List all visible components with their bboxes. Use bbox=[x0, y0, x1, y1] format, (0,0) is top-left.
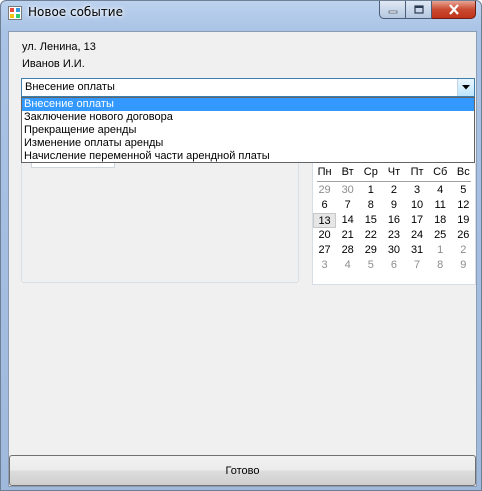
calendar-day[interactable]: 27 bbox=[313, 243, 336, 258]
calendar-day[interactable]: 1 bbox=[429, 243, 452, 258]
calendar-day[interactable]: 5 bbox=[452, 183, 475, 198]
calendar-day[interactable]: 16 bbox=[382, 213, 405, 228]
weekday-label: Пт bbox=[410, 166, 424, 178]
window-title: Новое событие bbox=[28, 5, 123, 19]
calendar-day[interactable]: 8 bbox=[429, 258, 452, 273]
calendar-day[interactable]: 7 bbox=[406, 258, 429, 273]
calendar-day[interactable]: 28 bbox=[336, 243, 359, 258]
dropdown-option[interactable]: Внесение оплаты bbox=[22, 98, 474, 111]
calendar-day-today[interactable]: 13 bbox=[313, 213, 337, 228]
calendar-day[interactable]: 8 bbox=[359, 198, 382, 213]
weekday-label: Вт bbox=[341, 166, 354, 178]
calendar-week-row: 6 7 8 9 10 11 12 bbox=[313, 198, 475, 213]
caption-buttons bbox=[379, 1, 476, 20]
weekday-label: Ср bbox=[363, 166, 378, 178]
calendar-day[interactable]: 31 bbox=[406, 243, 429, 258]
minimize-icon bbox=[388, 10, 397, 13]
calendar-day[interactable]: 21 bbox=[336, 228, 359, 243]
calendar-day[interactable]: 15 bbox=[359, 213, 382, 228]
window-frame: Новое событие ул. Ленина, 13 Иванов И.И.… bbox=[0, 0, 482, 491]
calendar-week-row: 29 30 1 2 3 4 5 bbox=[313, 183, 475, 198]
calendar-day[interactable]: 25 bbox=[429, 228, 452, 243]
dropdown-option[interactable]: Прекращение аренды bbox=[22, 124, 474, 137]
dropdown-option[interactable]: Заключение нового договора bbox=[22, 111, 474, 124]
calendar-day[interactable]: 2 bbox=[452, 243, 475, 258]
partially-hidden-field[interactable] bbox=[31, 163, 115, 168]
calendar-day[interactable]: 29 bbox=[359, 243, 382, 258]
address-label: ул. Ленина, 13 bbox=[22, 41, 96, 53]
close-icon bbox=[448, 4, 459, 15]
weekday-label: Пн bbox=[317, 166, 332, 178]
calendar-day[interactable]: 10 bbox=[406, 198, 429, 213]
calendar-day[interactable]: 5 bbox=[359, 258, 382, 273]
event-type-selected: Внесение оплаты bbox=[25, 81, 115, 93]
maximize-button[interactable] bbox=[406, 1, 432, 19]
calendar-day[interactable]: 4 bbox=[429, 183, 452, 198]
calendar-week-row: 13 14 15 16 17 18 19 bbox=[313, 213, 475, 228]
maximize-icon bbox=[413, 4, 424, 14]
event-type-combobox[interactable]: Внесение оплаты bbox=[21, 78, 475, 97]
app-window-icon bbox=[8, 6, 22, 20]
calendar-day[interactable]: 9 bbox=[452, 258, 475, 273]
calendar-day[interactable]: 23 bbox=[382, 228, 405, 243]
calendar-day[interactable]: 19 bbox=[452, 213, 475, 228]
calendar-day[interactable]: 30 bbox=[336, 183, 359, 198]
calendar-day[interactable]: 14 bbox=[336, 213, 359, 228]
calendar-day[interactable]: 18 bbox=[429, 213, 452, 228]
calendar-day[interactable]: 2 bbox=[382, 183, 405, 198]
calendar-day[interactable]: 24 bbox=[406, 228, 429, 243]
dropdown-arrow-button[interactable] bbox=[457, 79, 474, 96]
calendar-day[interactable]: 6 bbox=[382, 258, 405, 273]
minimize-button[interactable] bbox=[379, 1, 406, 19]
calendar-day[interactable]: 30 bbox=[382, 243, 405, 258]
chevron-down-icon bbox=[462, 85, 470, 90]
weekday-label: Чт bbox=[387, 166, 401, 178]
calendar-day[interactable]: 11 bbox=[429, 198, 452, 213]
calendar-day[interactable]: 4 bbox=[336, 258, 359, 273]
calendar-day[interactable]: 3 bbox=[406, 183, 429, 198]
client-area: ул. Ленина, 13 Иванов И.И. Внесение опла… bbox=[8, 31, 477, 487]
calendar-day[interactable]: 1 bbox=[359, 183, 382, 198]
weekday-label: Вс bbox=[456, 166, 470, 178]
calendar-day-grid: 29 30 1 2 3 4 5 6 7 8 9 10 11 12 13 14 15 16 17 18 19 20 21 22 2… bbox=[313, 183, 475, 273]
dropdown-option[interactable]: Начисление переменной части арендной пла… bbox=[22, 150, 474, 163]
calendar-day[interactable]: 29 bbox=[313, 183, 336, 198]
dropdown-option[interactable]: Изменение оплаты аренды bbox=[22, 137, 474, 150]
calendar-day[interactable]: 20 bbox=[313, 228, 336, 243]
weekday-label: Сб bbox=[433, 166, 448, 178]
close-button[interactable] bbox=[432, 1, 476, 19]
calendar-day[interactable]: 17 bbox=[406, 213, 429, 228]
person-label: Иванов И.И. bbox=[22, 58, 85, 70]
calendar-week-row: 27 28 29 30 31 1 2 bbox=[313, 243, 475, 258]
calendar-day[interactable]: 26 bbox=[452, 228, 475, 243]
calendar-weekday-header: Пн Вт Ср Чт Пт Сб Вс bbox=[313, 166, 475, 178]
calendar-week-row: 20 21 22 23 24 25 26 bbox=[313, 228, 475, 243]
calendar-header-divider bbox=[317, 181, 471, 182]
calendar-day[interactable]: 6 bbox=[313, 198, 336, 213]
calendar-week-row: 3456789 bbox=[313, 258, 475, 273]
calendar-day[interactable]: 7 bbox=[336, 198, 359, 213]
calendar-day[interactable]: 9 bbox=[382, 198, 405, 213]
calendar-day[interactable]: 3 bbox=[313, 258, 336, 273]
calendar-day[interactable]: 22 bbox=[359, 228, 382, 243]
done-button[interactable]: Готово bbox=[9, 455, 476, 486]
calendar-day[interactable]: 12 bbox=[452, 198, 475, 213]
month-calendar[interactable]: Пн Вт Ср Чт Пт Сб Вс 29 30 1 2 3 4 5 6 7 8 9 10 11 12… bbox=[312, 163, 476, 285]
title-bar[interactable]: Новое событие bbox=[1, 1, 481, 25]
event-type-dropdown-list: Внесение оплаты Заключение нового догово… bbox=[21, 97, 475, 163]
